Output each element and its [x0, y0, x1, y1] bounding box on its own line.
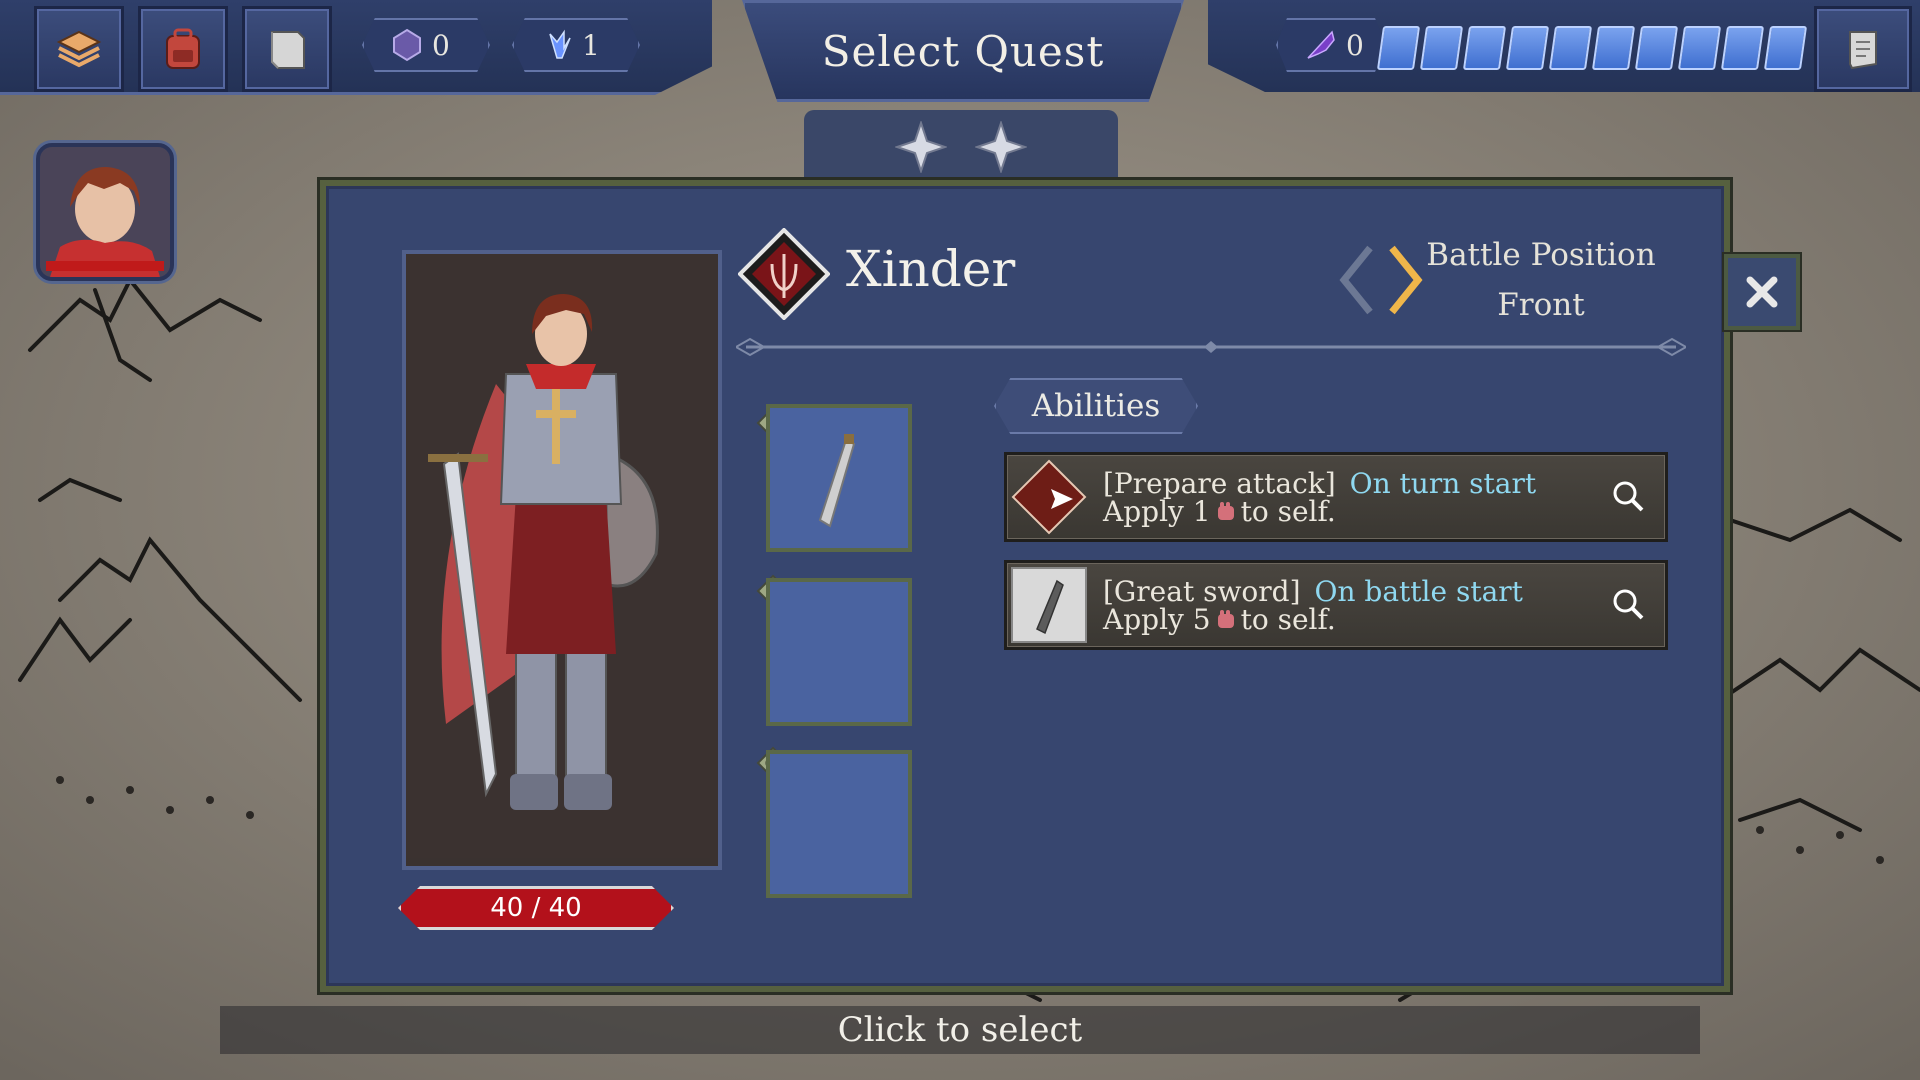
energy-pip [1763, 26, 1808, 70]
star-icon [975, 121, 1027, 173]
ability-row[interactable]: [Prepare attack] On turn start Apply 1 to … [1004, 452, 1668, 542]
shard-count: 0 [432, 28, 450, 62]
ability-effect-line: Apply 1 to self. [1103, 495, 1336, 528]
stack-icon [56, 30, 102, 68]
energy-pip [1720, 26, 1765, 70]
quest-log-button[interactable] [1814, 6, 1912, 92]
rank-stars-tab [804, 110, 1118, 184]
energy-pips [1376, 26, 1808, 70]
backpack-icon [166, 28, 200, 69]
footer-hint-bar: Click to select [220, 1006, 1700, 1054]
arrow-slash-icon [1011, 459, 1087, 535]
screen-title-plate: Select Quest [742, 0, 1184, 102]
energy-pip [1548, 26, 1593, 70]
character-art-frame [402, 250, 722, 870]
position-arrows [1339, 245, 1423, 315]
ability-trigger: On battle start [1314, 575, 1523, 608]
hp-bar: 40 / 40 [398, 886, 674, 930]
class-emblem-icon [738, 228, 830, 320]
blue-crystal-icon [549, 29, 571, 59]
hp-value: 40 / 40 [490, 893, 582, 923]
inventory-stack-button[interactable] [34, 6, 124, 92]
ability-effect-line: Apply 5 to self. [1103, 603, 1336, 636]
weapon-slot[interactable] [766, 404, 912, 552]
position-right-arrow-icon[interactable] [1389, 245, 1423, 315]
energy-pip [1376, 26, 1421, 70]
abilities-label: Abilities [1031, 388, 1161, 424]
energy-pip [1462, 26, 1507, 70]
battle-position-label: Battle Position [1426, 237, 1656, 273]
crystal-resource-counter: 1 [512, 18, 640, 72]
portrait-hp-bar [46, 261, 164, 271]
energy-counter: 0 [1276, 18, 1386, 72]
knight-character-art [406, 254, 710, 858]
ability-trigger: On turn start [1349, 467, 1537, 500]
energy-pip [1505, 26, 1550, 70]
ability-effect-suffix: to self. [1240, 603, 1336, 636]
battle-position-value: Front [1497, 287, 1585, 323]
energy-pip [1677, 26, 1722, 70]
party-portrait-xinder[interactable] [36, 143, 174, 281]
book-icon [271, 31, 305, 69]
star-icon [895, 121, 947, 173]
purple-shard-icon [393, 28, 421, 62]
armor-slot[interactable] [766, 578, 912, 726]
ability-effect-prefix: Apply 1 [1103, 495, 1211, 528]
close-button[interactable] [1724, 254, 1800, 330]
character-detail-panel: 40 / 40 Xinder Battle Position Front Abi… [320, 180, 1730, 992]
energy-pip [1634, 26, 1679, 70]
ring-slot[interactable] [766, 750, 912, 898]
strength-fist-icon [1217, 502, 1234, 520]
close-icon [1746, 276, 1778, 308]
header-divider [736, 337, 1686, 357]
energy-pip [1419, 26, 1464, 70]
great-sword-icon [1011, 567, 1087, 643]
energy-value: 0 [1346, 28, 1364, 62]
journal-button[interactable] [242, 6, 332, 92]
magnify-icon[interactable] [1611, 587, 1645, 621]
energy-pip [1591, 26, 1636, 70]
hero-portrait-image [40, 147, 170, 277]
ability-effect-prefix: Apply 5 [1103, 603, 1211, 636]
footer-hint: Click to select [837, 1010, 1083, 1050]
character-name: Xinder [846, 240, 1016, 298]
backpack-button[interactable] [138, 6, 228, 92]
abilities-header: Abilities [994, 378, 1198, 434]
great-sword-icon [818, 434, 856, 528]
purple-feather-icon [1307, 30, 1335, 59]
battle-position: Battle Position Front [1426, 230, 1656, 330]
ability-effect-suffix: to self. [1240, 495, 1336, 528]
ability-row[interactable]: [Great sword] On battle start Apply 5 to s… [1004, 560, 1668, 650]
scroll-icon [1849, 31, 1877, 70]
screen-title: Select Quest [821, 26, 1105, 76]
shard-resource-counter: 0 [362, 18, 490, 72]
magnify-icon[interactable] [1611, 479, 1645, 513]
strength-fist-icon [1217, 610, 1234, 628]
position-left-arrow-icon[interactable] [1339, 245, 1373, 315]
crystal-count: 1 [582, 28, 600, 62]
